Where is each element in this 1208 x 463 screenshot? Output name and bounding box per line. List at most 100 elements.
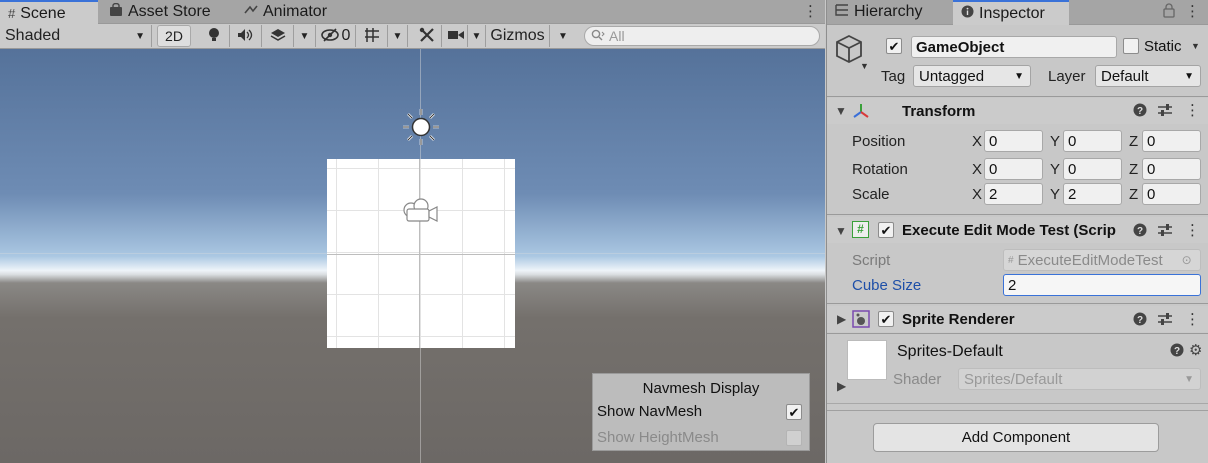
more-options-icon[interactable]: ⋮ xyxy=(1185,310,1200,328)
foldout-expanded-icon[interactable]: ▼ xyxy=(835,224,847,238)
camera-toggle[interactable] xyxy=(444,25,468,47)
scale-x-field[interactable]: 2 xyxy=(984,183,1043,205)
draw-mode-dropdown[interactable]: Shaded ▼ xyxy=(0,25,152,47)
gear-icon[interactable]: ⚙ xyxy=(1189,341,1202,359)
camera-dropdown[interactable]: ▼ xyxy=(468,25,486,47)
more-options-icon[interactable]: ⋮ xyxy=(1185,2,1200,20)
script-component-title: Execute Edit Mode Test (Scrip xyxy=(902,222,1116,239)
help-icon[interactable]: ? xyxy=(1170,343,1184,361)
preset-sliders-icon[interactable] xyxy=(1157,312,1173,330)
help-icon[interactable]: ? xyxy=(1133,312,1147,330)
2d-toggle[interactable]: 2D xyxy=(157,25,191,47)
tab-scene[interactable]: # Scene xyxy=(0,0,98,25)
csharp-script-icon: # xyxy=(852,221,869,238)
axis-z-label: Z xyxy=(1129,186,1139,203)
grid-axis-line xyxy=(327,254,515,255)
layer-dropdown[interactable]: Default ▼ xyxy=(1095,65,1201,87)
script-component-header[interactable]: ▼ # ✔ Execute Edit Mode Test (Scrip ? ⋮ xyxy=(827,217,1208,243)
script-object-field: # ExecuteEditModeTest ⊙ xyxy=(1003,249,1201,271)
position-x-field[interactable]: 0 xyxy=(984,130,1043,152)
cube-size-field[interactable]: 2 xyxy=(1003,274,1201,296)
svg-text:?: ? xyxy=(1137,315,1143,326)
audio-toggle[interactable] xyxy=(230,25,262,47)
script-enabled-checkbox[interactable]: ✔ xyxy=(878,222,894,238)
foldout-collapsed-icon[interactable]: ▶ xyxy=(837,312,846,326)
rotation-y-field[interactable]: 0 xyxy=(1063,158,1122,180)
more-options-icon[interactable]: ⋮ xyxy=(1185,221,1200,239)
position-z-field[interactable]: 0 xyxy=(1142,130,1201,152)
foldout-expanded-icon[interactable]: ▼ xyxy=(835,104,847,118)
tab-asset-store[interactable]: Asset Store xyxy=(101,0,233,24)
lock-icon[interactable] xyxy=(1163,3,1175,22)
tab-animator[interactable]: Animator xyxy=(236,0,346,24)
sprite-renderer-header[interactable]: ▶ ✔ Sprite Renderer ? ⋮ xyxy=(827,306,1208,332)
grid-snap-toggle[interactable] xyxy=(358,25,388,47)
gizmos-dropdown[interactable]: ▼ xyxy=(552,25,574,47)
inspector-window: Hierarchy Inspector ⋮ ▼ ✔ GameObject Sta… xyxy=(826,0,1208,463)
gameobject-name-field[interactable]: GameObject xyxy=(911,36,1117,58)
divider xyxy=(827,410,1208,411)
divider xyxy=(827,403,1208,404)
help-icon[interactable]: ? xyxy=(1133,223,1147,241)
more-options-icon[interactable]: ⋮ xyxy=(803,3,818,21)
divider xyxy=(827,214,1208,215)
tools-toggle[interactable] xyxy=(412,25,442,47)
divider xyxy=(827,303,1208,304)
show-navmesh-checkbox[interactable]: ✔ xyxy=(786,404,802,420)
directional-light-icon[interactable] xyxy=(400,107,442,151)
shopping-bag-icon xyxy=(109,2,123,22)
scene-window: # Scene Asset Store Animator ⋮ Shaded ▼ … xyxy=(0,0,825,463)
scene-search-input[interactable]: All xyxy=(584,26,820,46)
layers-icon xyxy=(269,28,287,45)
position-y-value: 0 xyxy=(1068,132,1077,150)
effects-dropdown[interactable]: ▼ xyxy=(294,25,316,47)
gizmos-button[interactable]: Gizmos xyxy=(486,25,550,47)
dropdown-arrow-icon[interactable]: ▼ xyxy=(1191,41,1200,51)
add-component-button[interactable]: Add Component xyxy=(873,423,1159,452)
gameobject-name: GameObject xyxy=(916,38,1005,56)
dropdown-arrow-icon: ▼ xyxy=(558,30,568,42)
tab-scene-label: Scene xyxy=(20,4,66,22)
position-y-field[interactable]: 0 xyxy=(1063,130,1122,152)
show-heightmesh-checkbox[interactable] xyxy=(786,430,802,446)
rotation-z-field[interactable]: 0 xyxy=(1142,158,1201,180)
axis-y-label: Y xyxy=(1050,161,1061,178)
scale-y-field[interactable]: 2 xyxy=(1063,183,1122,205)
transform-header[interactable]: ▼ Transform ? ⋮ xyxy=(827,98,1208,124)
more-options-icon[interactable]: ⋮ xyxy=(1185,101,1200,119)
rotation-z-value: 0 xyxy=(1147,160,1156,178)
tag-label: Tag xyxy=(881,68,906,85)
divider xyxy=(827,96,1208,97)
grid-snap-icon xyxy=(364,27,382,46)
scale-z-field[interactable]: 0 xyxy=(1142,183,1201,205)
sprite-renderer-enabled-checkbox[interactable]: ✔ xyxy=(878,311,894,327)
dropdown-arrow-icon[interactable]: ▼ xyxy=(860,61,869,71)
rotation-x-field[interactable]: 0 xyxy=(984,158,1043,180)
rotation-label: Rotation xyxy=(852,161,908,178)
tab-inspector[interactable]: Inspector xyxy=(953,0,1069,25)
help-icon[interactable]: ? xyxy=(1133,103,1147,121)
preset-sliders-icon[interactable] xyxy=(1157,103,1173,121)
scene-visibility-toggle[interactable]: 0 xyxy=(316,25,356,47)
dropdown-arrow-icon: ▼ xyxy=(1014,70,1024,82)
scale-z-value: 0 xyxy=(1147,185,1156,203)
axis-y-label: Y xyxy=(1050,186,1061,203)
divider xyxy=(827,333,1208,334)
tab-hierarchy[interactable]: Hierarchy xyxy=(827,0,951,24)
shader-label: Shader xyxy=(893,371,942,388)
camera-gizmo-icon xyxy=(401,196,441,230)
grid-dropdown[interactable]: ▼ xyxy=(388,25,408,47)
position-x-value: 0 xyxy=(989,132,998,150)
static-checkbox[interactable] xyxy=(1123,38,1139,54)
tab-hierarchy-label: Hierarchy xyxy=(854,3,923,20)
object-picker-icon: ⊙ xyxy=(1181,253,1192,267)
foldout-collapsed-icon[interactable]: ▶ xyxy=(837,379,846,393)
2d-label: 2D xyxy=(165,28,183,44)
navmesh-title: Navmesh Display xyxy=(642,380,760,397)
lighting-toggle[interactable] xyxy=(198,25,230,47)
sprite-quad[interactable] xyxy=(327,159,515,348)
tag-dropdown[interactable]: Untagged ▼ xyxy=(913,65,1031,87)
effects-toggle[interactable] xyxy=(262,25,294,47)
gameobject-active-checkbox[interactable]: ✔ xyxy=(886,38,902,54)
preset-sliders-icon[interactable] xyxy=(1157,223,1173,241)
